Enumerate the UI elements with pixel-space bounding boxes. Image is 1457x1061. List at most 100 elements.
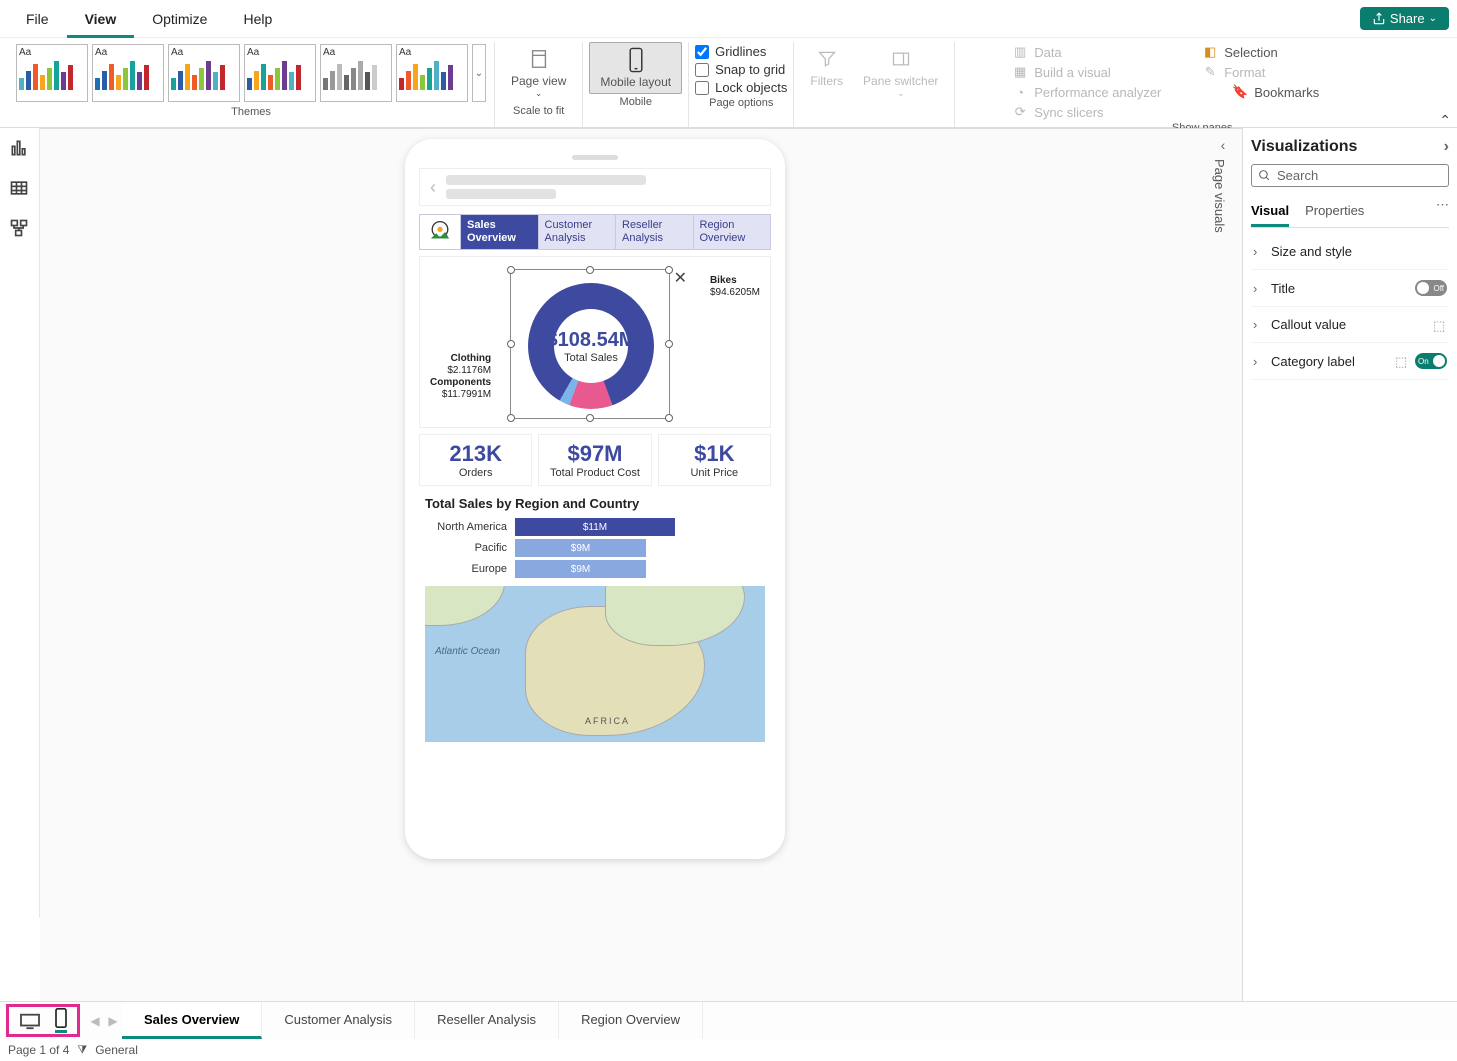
map-visual[interactable]: Atlantic Ocean AFRICA [425,586,765,742]
donut-visual[interactable]: ✕ $108.54M Total Sales Bikes$94.6205M Cl… [419,256,771,428]
themes-dropdown[interactable]: ⌄ [472,44,486,102]
page-tab-customer[interactable]: Customer Analysis [262,1002,415,1039]
back-icon[interactable]: ‹ [430,177,436,198]
bar-category-label: North America [425,521,515,533]
lock-checkbox[interactable]: Lock objects [695,80,787,95]
pane-selection[interactable]: ◧ Selection [1202,44,1362,60]
ribbon: AaAaAaAaAaAa⌄ Themes Page view⌄ Scale to… [0,38,1457,128]
format-title[interactable]: ›TitleOff [1251,270,1449,307]
menu-view[interactable]: View [67,0,135,38]
pane-format[interactable]: ✎Format [1202,64,1362,80]
page-visuals-pane-collapsed[interactable]: ‹ Page visuals [1212,137,1234,297]
format-callout-label: Callout value [1271,317,1346,332]
pane-data[interactable]: ▥Data [1012,44,1172,60]
search-icon [1258,169,1271,182]
mobile-tab-region[interactable]: Region Overview [693,215,771,249]
menu-help[interactable]: Help [225,0,290,38]
category-toggle[interactable]: On [1415,353,1447,369]
report-view-icon[interactable] [9,138,31,160]
mobile-layout-button[interactable]: Mobile layout [589,42,682,94]
chevron-down-icon: ⌄ [1429,13,1437,24]
title-toggle[interactable]: Off [1415,280,1447,296]
tab-properties[interactable]: Properties [1305,197,1364,227]
status-general: General [95,1043,138,1057]
chevron-right-icon: › [1253,244,1265,259]
mobile-tab-sales-overview[interactable]: Sales Overview [460,215,538,249]
page-tab-bar: ◀ ▶ Sales Overview Customer Analysis Res… [0,1001,1457,1039]
pane-build[interactable]: ▦Build a visual [1012,64,1172,80]
build-icon: ▦ [1012,64,1028,80]
page-tab-reseller[interactable]: Reseller Analysis [415,1002,559,1039]
share-button[interactable]: Share ⌄ [1360,7,1449,30]
close-icon[interactable]: ✕ [674,268,687,288]
filter-icon[interactable]: ⧩ [77,1044,87,1057]
chevron-left-icon: ‹ [1212,137,1234,153]
pane-bookmarks[interactable]: 🔖Bookmarks [1232,84,1392,100]
pane-switcher-button[interactable]: Pane switcher⌄ [853,42,948,103]
theme-swatch[interactable]: Aa [396,44,468,102]
status-bar: Page 1 of 4 ⧩ General [0,1039,1457,1061]
menu-optimize[interactable]: Optimize [134,0,225,38]
gauge-icon: ◔ [1012,84,1028,100]
kpi-cost[interactable]: $97MTotal Product Cost [538,434,651,486]
kpi-orders-label: Orders [420,467,531,479]
pane-perf[interactable]: ◔ Performance analyzer [1012,84,1172,100]
model-view-icon[interactable] [9,218,31,240]
kpi-orders[interactable]: 213KOrders [419,434,532,486]
search-placeholder: Search [1277,168,1318,183]
desktop-layout-icon[interactable] [19,1012,41,1030]
theme-swatch[interactable]: Aa [320,44,392,102]
more-options[interactable]: ⋯ [1436,197,1449,227]
mobile-tabs: Sales Overview Customer Analysis Reselle… [419,214,771,250]
theme-swatch[interactable]: Aa [16,44,88,102]
donut-label-bikes: Bikes$94.6205M [710,275,760,299]
ribbon-collapse-toggle[interactable]: ⌃ [1439,112,1451,129]
tab-scroll-left[interactable]: ◀ [86,1002,104,1039]
donut-center-value: $108.54M [547,329,636,352]
show-panes-group: ▥Data ◧ Selection ▦Build a visual ✎Format… [1012,42,1392,120]
chevron-right-icon: › [1253,317,1265,332]
vpane-title: Visualizations [1251,138,1357,156]
bar-chart[interactable]: North America$11MPacific$9MEurope$9M [419,518,771,578]
mobile-layout-icon[interactable] [55,1008,67,1033]
format-category-label: Category label [1271,354,1355,369]
page-tab-sales-overview[interactable]: Sales Overview [122,1002,262,1039]
format-category[interactable]: ›Category label⬚On [1251,343,1449,380]
share-label: Share [1390,11,1425,26]
donut-center-label: Total Sales [564,352,618,364]
kpi-price[interactable]: $1KUnit Price [658,434,771,486]
funnel-icon [814,46,840,72]
pane-sync-label: Sync slicers [1034,105,1103,120]
theme-swatch[interactable]: Aa [168,44,240,102]
menu-file[interactable]: File [8,0,67,38]
gridlines-checkbox[interactable]: Gridlines [695,44,787,59]
tab-visual[interactable]: Visual [1251,197,1289,227]
fx-icon[interactable]: ⬚ [1433,318,1447,332]
selection-icon: ◧ [1202,44,1218,60]
table-view-icon[interactable] [9,178,31,200]
snap-checkbox[interactable]: Snap to grid [695,62,787,77]
skeleton-line [446,189,556,199]
fx-icon[interactable]: ⬚ [1395,354,1409,368]
pane-sync[interactable]: ⟳Sync slicers [1012,104,1172,120]
page-tab-region[interactable]: Region Overview [559,1002,703,1039]
kpi-price-value: $1K [659,441,770,467]
data-icon: ▥ [1012,44,1028,60]
theme-swatch[interactable]: Aa [244,44,316,102]
format-size-style[interactable]: ›Size and style [1251,234,1449,270]
mobile-group-label: Mobile [620,94,652,110]
search-input[interactable]: Search [1251,164,1449,187]
kpi-orders-value: 213K [420,441,531,467]
format-callout[interactable]: › Callout value ⬚ [1251,307,1449,343]
tab-scroll-right[interactable]: ▶ [104,1002,122,1039]
page-view-button[interactable]: Page view⌄ [501,42,576,103]
theme-swatch[interactable]: Aa [92,44,164,102]
skeleton-line [446,175,646,185]
chevron-right-icon[interactable]: › [1444,138,1449,156]
pane-selection-label: Selection [1224,45,1277,60]
mobile-tab-customer[interactable]: Customer Analysis [538,215,616,249]
mobile-tab-reseller[interactable]: Reseller Analysis [615,215,693,249]
pane-perf-label: Performance analyzer [1034,85,1161,100]
gridlines-label: Gridlines [715,44,766,59]
filters-button[interactable]: Filters [800,42,853,103]
